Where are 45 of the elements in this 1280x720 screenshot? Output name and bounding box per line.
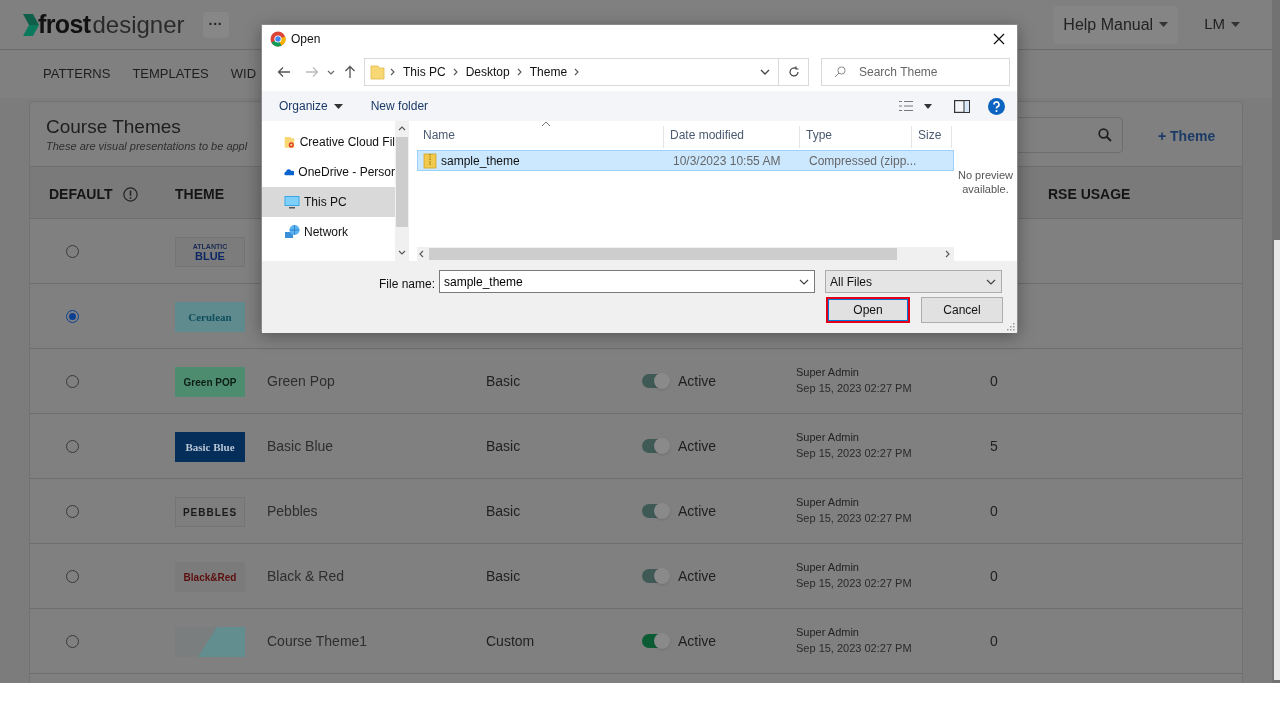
updated-by: Super Admin bbox=[796, 625, 859, 640]
updated-date: Sep 15, 2023 02:27 PM bbox=[796, 381, 912, 396]
column-header: RSE USAGE bbox=[1048, 185, 1131, 204]
theme-thumbnail: Green POP bbox=[175, 367, 245, 397]
updated-date: Sep 15, 2023 02:27 PM bbox=[796, 576, 912, 591]
updated-by: Super Admin bbox=[796, 560, 859, 575]
updated-date: Sep 15, 2023 02:27 PM bbox=[796, 511, 912, 526]
status-label: Active bbox=[678, 632, 717, 651]
usage-count: 0 bbox=[990, 502, 998, 521]
status-label: Active bbox=[678, 502, 717, 521]
theme-type: Basic bbox=[486, 372, 521, 391]
updated-date: Sep 15, 2023 02:27 PM bbox=[796, 446, 912, 461]
theme-type: Basic bbox=[486, 567, 521, 586]
theme-thumbnail: PEBBLES bbox=[175, 497, 245, 527]
theme-name: Course Theme1 bbox=[267, 632, 368, 651]
usage-count: 0 bbox=[990, 372, 998, 391]
theme-thumbnail: Cerulean bbox=[175, 302, 245, 332]
updated-by: Super Admin bbox=[796, 365, 859, 380]
logo-product: designer bbox=[92, 9, 185, 40]
status-label: Active bbox=[678, 437, 717, 456]
updated-by: Super Admin bbox=[796, 430, 859, 445]
theme-name: Basic Blue bbox=[267, 437, 334, 456]
column-header: DEFAULT bbox=[49, 185, 113, 204]
theme-name: Green Pop bbox=[267, 372, 335, 391]
theme-thumbnail: Basic Blue bbox=[175, 432, 245, 462]
updated-date: Sep 15, 2023 02:27 PM bbox=[796, 641, 912, 656]
card-subtitle: These are visual presentations to be appl bbox=[46, 139, 248, 154]
dialog-title: Open bbox=[291, 31, 321, 48]
updated-by: Super Admin bbox=[796, 495, 859, 510]
theme-name: Black & Red bbox=[267, 567, 345, 586]
theme-name: Pebbles bbox=[267, 502, 318, 521]
preview-message: No preview available. bbox=[957, 168, 1014, 196]
theme-type: Basic bbox=[486, 437, 521, 456]
logo-brand: frost bbox=[38, 8, 91, 40]
usage-count: 5 bbox=[990, 437, 998, 456]
column-header: THEME bbox=[175, 185, 224, 204]
theme-thumbnail: Black&Red bbox=[175, 562, 245, 592]
usage-count: 0 bbox=[990, 632, 998, 651]
usage-count: 0 bbox=[990, 567, 998, 586]
status-label: Active bbox=[678, 567, 717, 586]
theme-type: Basic bbox=[486, 502, 521, 521]
status-label: Active bbox=[678, 372, 717, 391]
card-title: Course Themes bbox=[46, 116, 182, 138]
file-name-label: File name: bbox=[378, 276, 435, 293]
theme-type: Custom bbox=[486, 632, 535, 651]
